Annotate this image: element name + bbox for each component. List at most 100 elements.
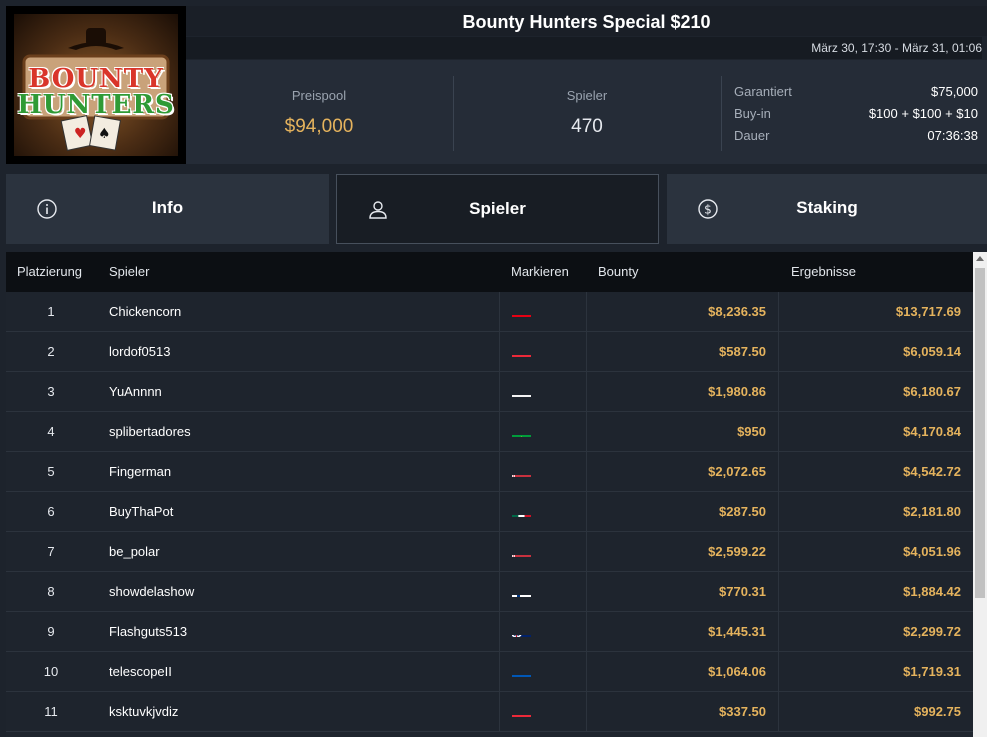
tournament-title: Bounty Hunters Special $210 xyxy=(186,6,987,36)
cell-bounty: $950 xyxy=(737,424,766,439)
tab-staking[interactable]: $ Staking xyxy=(667,174,987,244)
buyin-value: $100 + $100 + $10 xyxy=(868,106,978,121)
logo-word-2: HUNTERS xyxy=(17,90,175,120)
cell-flag xyxy=(499,452,587,491)
cell-bounty: $2,599.22 xyxy=(708,544,766,559)
cell-placement: 10 xyxy=(43,664,59,679)
table-row[interactable]: 6 BuyThaPot $287.50 $2,181.80 xyxy=(6,492,973,532)
flag-tunisia-icon xyxy=(512,304,531,317)
cell-placement: 8 xyxy=(47,584,55,599)
tab-info[interactable]: Info xyxy=(6,174,329,244)
cell-placement: 1 xyxy=(47,304,55,319)
tab-spieler-label: Spieler xyxy=(469,199,526,218)
table-header: Platzierung Spieler Markieren Bounty Erg… xyxy=(6,252,973,292)
duration-value: 07:36:38 xyxy=(927,128,978,143)
cell-placement: 3 xyxy=(47,384,55,399)
cell-player-name[interactable]: Fingerman xyxy=(109,452,171,491)
prize-pool-value: $94,000 xyxy=(284,116,354,137)
cell-player-name[interactable]: telescopeII xyxy=(109,652,172,691)
tab-info-label: Info xyxy=(151,198,184,217)
cell-result: $992.75 xyxy=(778,692,961,731)
header-placement[interactable]: Platzierung xyxy=(17,252,82,292)
cell-result: $6,180.67 xyxy=(778,372,961,411)
cell-flag xyxy=(499,652,587,691)
scroll-up-arrow-icon[interactable] xyxy=(976,256,984,261)
table-row[interactable]: 3 YuAnnnn $1,980.86 $6,180.67 xyxy=(6,372,973,412)
table-scrollbar[interactable] xyxy=(973,252,987,737)
table-row[interactable]: 2 lordof0513 $587.50 $6,059.14 xyxy=(6,332,973,372)
cell-result: $13,717.69 xyxy=(778,292,961,331)
flag-austria-icon xyxy=(512,344,531,357)
cell-flag xyxy=(499,572,587,611)
table-row[interactable]: 11 ksktuvkjvdiz $337.50 $992.75 xyxy=(6,692,973,732)
cell-bounty: $770.31 xyxy=(719,584,766,599)
table-row[interactable]: 5 Fingerman $2,072.65 $4,542.72 xyxy=(6,452,973,492)
guaranteed-label: Garantiert xyxy=(734,84,792,99)
cell-bounty: $2,072.65 xyxy=(708,464,766,479)
cell-result: $4,170.84 xyxy=(778,412,961,451)
cell-flag xyxy=(499,332,587,371)
cell-player-name[interactable]: BuyThaPot xyxy=(109,492,173,531)
cell-player-name[interactable]: Flashguts513 xyxy=(109,612,187,651)
table-row[interactable]: 10 telescopeII $1,064.06 $1,719.31 xyxy=(6,652,973,692)
tournament-logo: ♥ ♠ BOUNTY HUNTERS xyxy=(6,6,186,164)
cell-flag xyxy=(499,412,587,451)
cell-result: $1,719.31 xyxy=(778,652,961,691)
duration-label: Dauer xyxy=(734,128,770,143)
flag-ukraine-icon xyxy=(512,664,531,677)
cell-placement: 4 xyxy=(47,424,55,439)
flag-new-zealand-icon xyxy=(512,624,531,637)
header-player[interactable]: Spieler xyxy=(109,252,149,292)
cell-player-name[interactable]: Chickencorn xyxy=(109,292,181,331)
cell-placement: 2 xyxy=(47,344,55,359)
prize-pool-label: Preispool xyxy=(291,88,347,103)
cell-flag xyxy=(499,532,587,571)
players-label: Spieler xyxy=(566,88,608,103)
svg-text:♠: ♠ xyxy=(98,126,111,142)
header-flag[interactable]: Markieren xyxy=(511,252,569,292)
cell-bounty: $337.50 xyxy=(719,704,766,719)
header-bounty[interactable]: Bounty xyxy=(598,252,638,292)
header-results[interactable]: Ergebnisse xyxy=(791,252,856,292)
table-row[interactable]: 1 Chickencorn $8,236.35 $13,717.69 xyxy=(6,292,973,332)
cell-placement: 9 xyxy=(47,624,55,639)
cell-placement: 6 xyxy=(47,504,55,519)
cell-player-name[interactable]: YuAnnnn xyxy=(109,372,162,411)
flag-finland-icon xyxy=(512,584,531,597)
cell-player-name[interactable]: lordof0513 xyxy=(109,332,170,371)
cell-result: $6,059.14 xyxy=(778,332,961,371)
cell-player-name[interactable]: be_polar xyxy=(109,532,160,571)
cell-player-name[interactable]: showdelashow xyxy=(109,572,194,611)
cell-result: $1,884.42 xyxy=(778,572,961,611)
cell-player-name[interactable]: splibertadores xyxy=(109,412,191,451)
prize-pool-stat: Preispool $94,000 xyxy=(186,60,452,164)
flag-austria-icon xyxy=(512,704,531,717)
cell-result: $2,181.80 xyxy=(778,492,961,531)
players-stat: Spieler 470 xyxy=(454,60,720,164)
table-row[interactable]: 4 splibertadores $950 $4,170.84 xyxy=(6,412,973,452)
flag-mexico-icon xyxy=(512,504,531,517)
buyin-label: Buy-in xyxy=(734,106,771,121)
cell-result: $2,299.72 xyxy=(778,612,961,651)
cell-flag xyxy=(499,372,587,411)
tab-staking-label: Staking xyxy=(796,198,858,217)
table-row[interactable]: 9 Flashguts513 $1,445.31 $2,299.72 xyxy=(6,612,973,652)
guaranteed-value: $75,000 xyxy=(931,84,978,99)
cell-player-name[interactable]: ksktuvkjvdiz xyxy=(109,692,178,731)
tab-spieler[interactable]: Spieler xyxy=(336,174,659,244)
cell-flag xyxy=(499,692,587,731)
cell-flag xyxy=(499,292,587,331)
cell-bounty: $1,064.06 xyxy=(708,664,766,679)
stats-divider xyxy=(721,76,722,151)
table-row[interactable]: 8 showdelashow $770.31 $1,884.42 xyxy=(6,572,973,612)
cell-flag xyxy=(499,492,587,531)
cell-bounty: $287.50 xyxy=(719,504,766,519)
flag-unknown-emblem-icon xyxy=(512,384,531,397)
cell-placement: 11 xyxy=(44,704,58,719)
flag-belarus-icon xyxy=(512,544,531,557)
cell-result: $4,051.96 xyxy=(778,532,961,571)
cell-bounty: $1,445.31 xyxy=(708,624,766,639)
scroll-thumb[interactable] xyxy=(975,268,985,598)
table-row[interactable]: 7 be_polar $2,599.22 $4,051.96 xyxy=(6,532,973,572)
flag-belarus-icon xyxy=(512,464,531,477)
